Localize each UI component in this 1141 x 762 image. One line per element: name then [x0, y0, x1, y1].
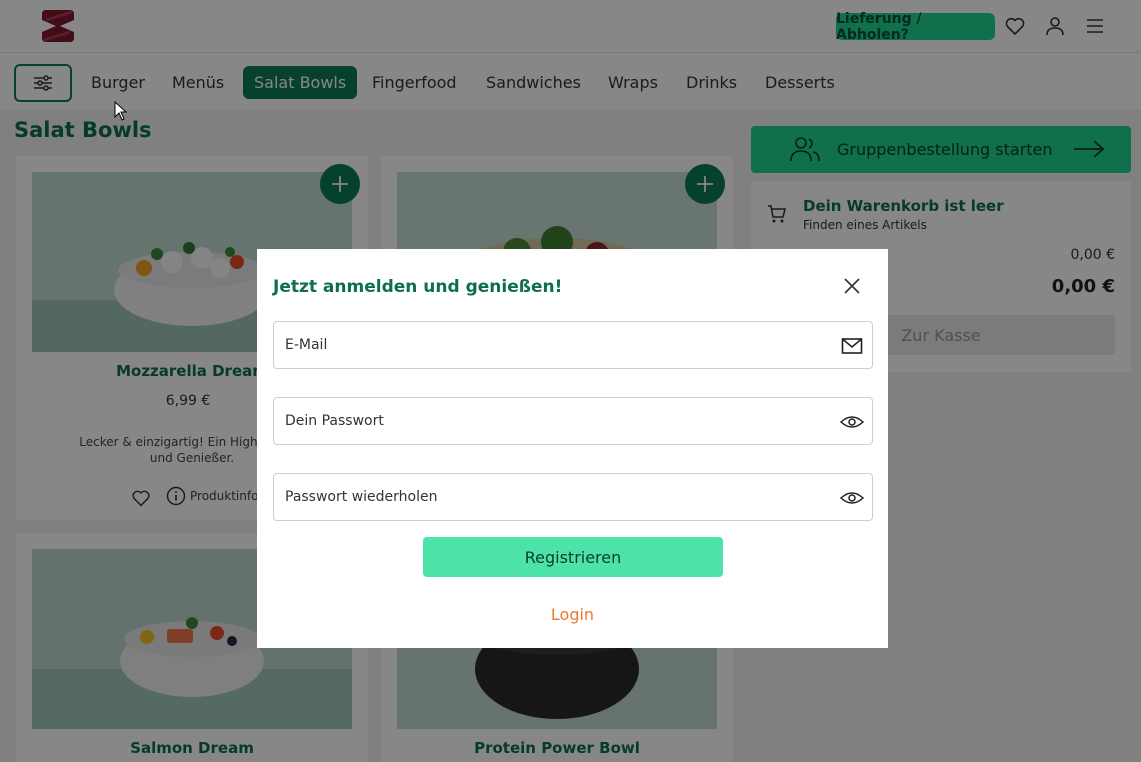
- mouse-cursor-icon: [114, 101, 128, 121]
- email-field: [273, 321, 873, 369]
- eye-icon[interactable]: [840, 410, 864, 434]
- login-link[interactable]: Login: [257, 605, 888, 624]
- mail-icon: [841, 338, 863, 354]
- register-modal: Jetzt anmelden und genießen! Registriere…: [257, 249, 888, 648]
- password-repeat-input[interactable]: [274, 474, 872, 520]
- password-repeat-field: [273, 473, 873, 521]
- password-input[interactable]: [274, 398, 872, 444]
- register-button[interactable]: Registrieren: [423, 537, 723, 577]
- email-input[interactable]: [274, 322, 872, 368]
- password-field: [273, 397, 873, 445]
- modal-title: Jetzt anmelden und genießen!: [273, 277, 563, 297]
- eye-icon[interactable]: [840, 486, 864, 510]
- close-icon[interactable]: [841, 275, 863, 297]
